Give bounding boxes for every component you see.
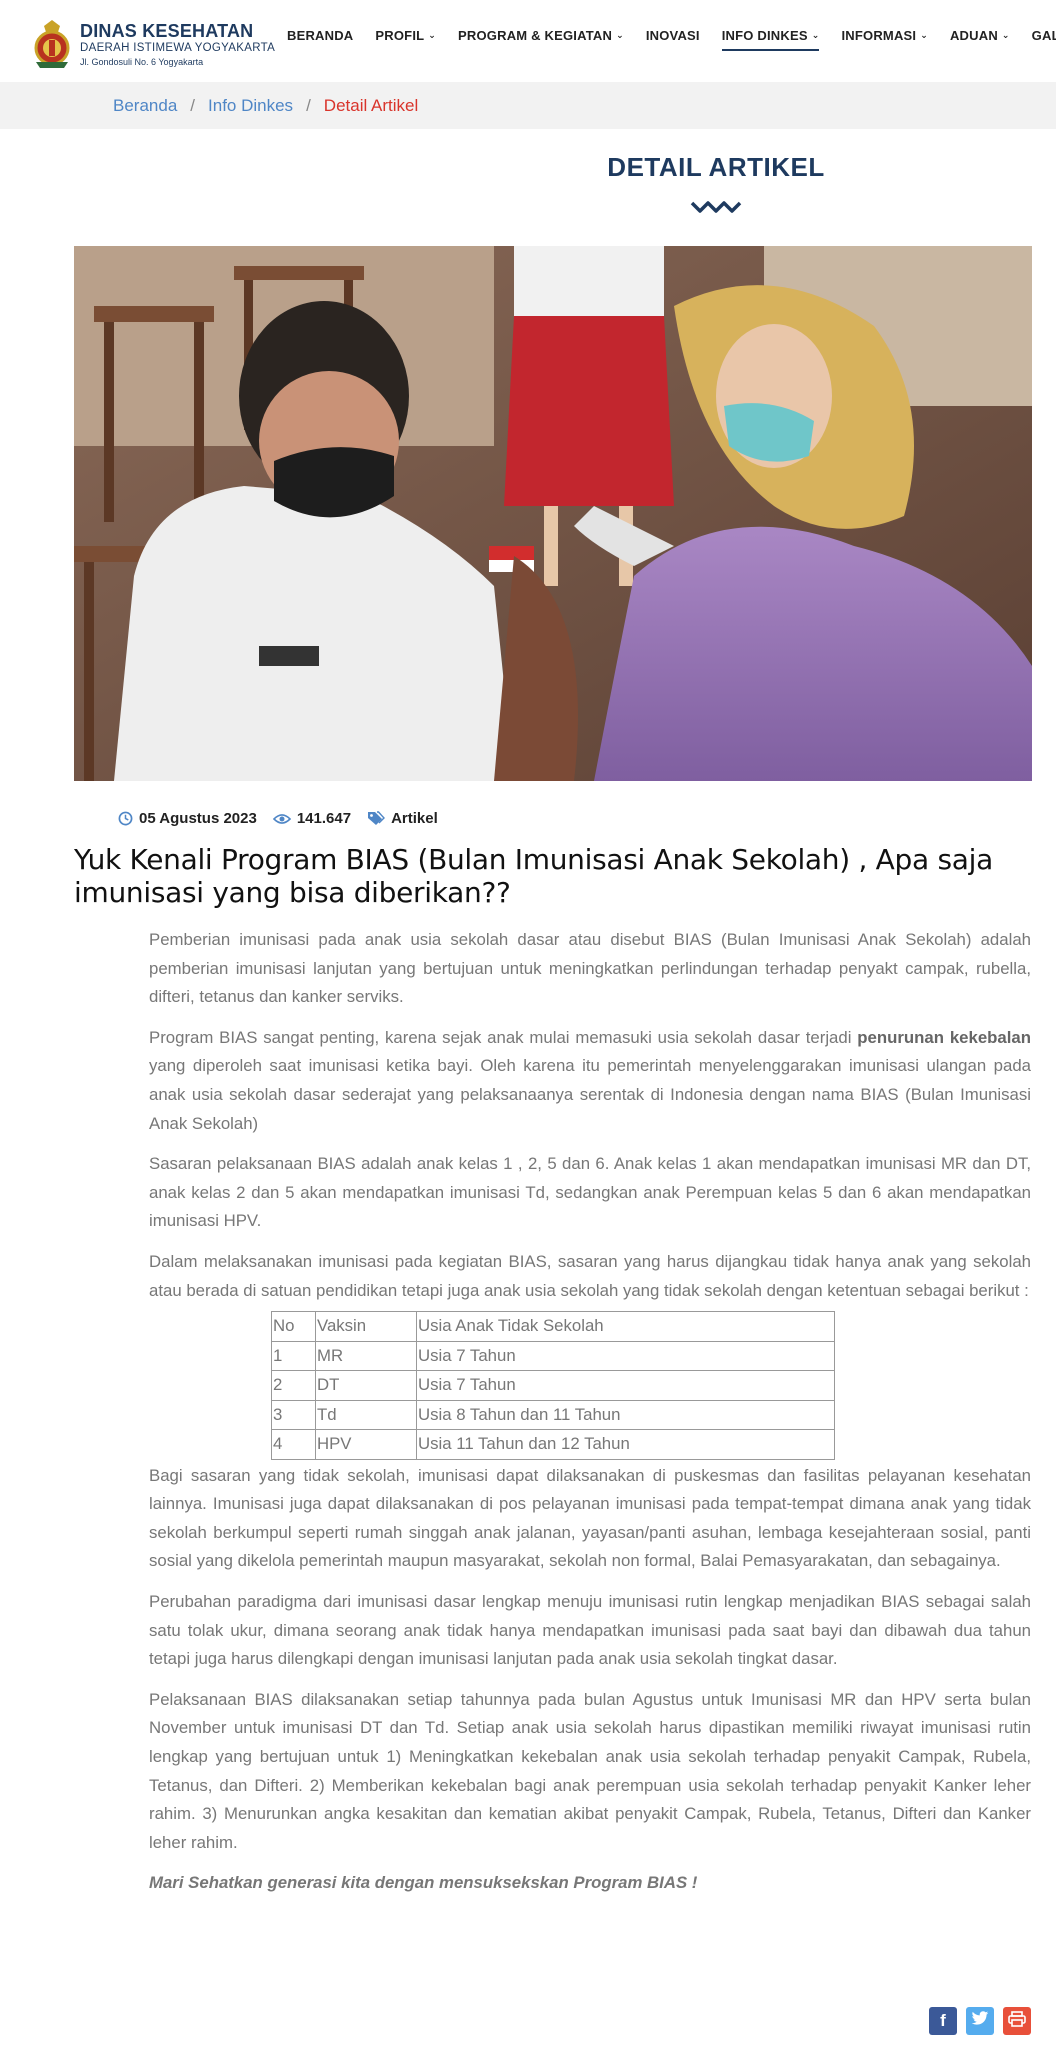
table-header-row: No Vaksin Usia Anak Tidak Sekolah: [271, 1311, 835, 1342]
nav-item-profil[interactable]: PROFIL ⌄: [375, 28, 436, 51]
table-row: 3 Td Usia 8 Tahun dan 11 Tahun: [271, 1399, 835, 1431]
article-meta: 05 Agustus 2023 141.647 Artikel: [118, 810, 454, 827]
table-header-cell: No: [271, 1311, 316, 1342]
nav-item-aduan[interactable]: ADUAN ⌄: [950, 28, 1010, 51]
table-cell: Td: [315, 1399, 417, 1431]
print-icon: [1008, 2010, 1026, 2032]
share-buttons: f: [929, 2007, 1031, 2035]
share-facebook-button[interactable]: f: [929, 2007, 957, 2035]
print-button[interactable]: [1003, 2007, 1031, 2035]
nav-item-beranda[interactable]: BERANDA: [287, 28, 353, 51]
table-cell: Usia 7 Tahun: [416, 1340, 835, 1372]
article-closing: Mari Sehatkan generasi kita dengan mensu…: [149, 1873, 698, 1893]
chevron-down-icon: ⌄: [1001, 30, 1010, 40]
nav-item-galeri[interactable]: GALERI: [1032, 28, 1056, 51]
breadcrumb-separator: /: [306, 96, 311, 115]
nav-item-inovasi[interactable]: INOVASI: [646, 28, 700, 51]
table-header-cell: Vaksin: [315, 1311, 417, 1342]
nav-label: INFORMASI: [841, 28, 917, 43]
page-title: DETAIL ARTIKEL: [607, 152, 825, 182]
article-paragraph: Program BIAS sangat penting, karena seja…: [149, 1024, 1031, 1138]
table-cell: 3: [271, 1399, 316, 1431]
table-cell: 1: [271, 1340, 316, 1372]
clock-icon: [118, 811, 133, 826]
article-hero-image: [74, 246, 1032, 781]
article-body: Pemberian imunisasi pada anak usia sekol…: [149, 926, 1031, 1910]
paragraph-text: Program BIAS sangat penting, karena seja…: [149, 1027, 858, 1047]
nav-item-program-kegiatan[interactable]: PROGRAM & KEGIATAN ⌄: [458, 28, 624, 51]
breadcrumb-home-link[interactable]: Beranda: [113, 96, 177, 116]
twitter-icon: [971, 2011, 989, 2031]
site-header: DINAS KESEHATAN DAERAH ISTIMEWA YOGYAKAR…: [0, 0, 1056, 82]
article-title: Yuk Kenali Program BIAS (Bulan Imunisasi…: [74, 843, 993, 909]
province-emblem-icon: [30, 18, 74, 70]
paragraph-text: yang diperoleh saat imunisasi ketika bay…: [149, 1056, 1031, 1133]
table-cell: Usia 7 Tahun: [416, 1370, 835, 1401]
table-header-cell: Usia Anak Tidak Sekolah: [416, 1311, 835, 1342]
nav-label: GALERI: [1031, 28, 1056, 43]
article-paragraph: Pelaksanaan BIAS dilaksanakan setiap tah…: [149, 1689, 1031, 1852]
breadcrumb-current: Detail Artikel: [323, 96, 419, 115]
table-row: 2 DT Usia 7 Tahun: [271, 1370, 835, 1401]
table-cell: HPV: [315, 1429, 417, 1460]
article-paragraph: Sasaran pelaksanaan BIAS adalah anak kel…: [149, 1154, 1031, 1231]
table-row: 1 MR Usia 7 Tahun: [271, 1340, 835, 1372]
main-nav: BERANDA PROFIL ⌄ PROGRAM & KEGIATAN ⌄ INOV…: [287, 28, 1056, 51]
breadcrumb-section-link[interactable]: Info Dinkes: [208, 96, 293, 116]
breadcrumb: Beranda / Info Dinkes / Detail Artikel: [0, 82, 1056, 129]
nav-label: PROGRAM & KEGIATAN: [458, 28, 613, 43]
chevron-down-icon: ⌄: [428, 30, 437, 40]
table-cell: MR: [315, 1340, 417, 1372]
chevron-down-icon: ⌄: [616, 30, 624, 40]
table-cell: 2: [271, 1370, 316, 1401]
nav-label: BERANDA: [287, 28, 354, 43]
article-paragraph: Bagi sasaran yang tidak sekolah, imunisa…: [149, 1465, 1031, 1571]
site-logo[interactable]: DINAS KESEHATAN DAERAH ISTIMEWA YOGYAKAR…: [30, 18, 275, 70]
org-title: DINAS KESEHATAN: [80, 20, 254, 41]
chevron-down-icon: ⌄: [920, 30, 928, 40]
table-cell: Usia 8 Tahun dan 11 Tahun: [416, 1399, 835, 1431]
table-cell: Usia 11 Tahun dan 12 Tahun: [416, 1429, 835, 1460]
chevron-down-icon: ⌄: [811, 30, 820, 40]
table-row: 4 HPV Usia 11 Tahun dan 12 Tahun: [271, 1429, 835, 1460]
nav-label: PROFIL: [375, 28, 425, 43]
table-cell: 4: [271, 1429, 316, 1460]
article-paragraph: Perubahan paradigma dari imunisasi dasar…: [149, 1592, 1031, 1669]
facebook-icon: f: [940, 2011, 946, 2030]
share-twitter-button[interactable]: [966, 2007, 994, 2035]
tags-icon: [367, 811, 386, 826]
eye-icon: [272, 813, 291, 825]
nav-label: INFO DINKES: [721, 28, 808, 43]
nav-item-informasi[interactable]: INFORMASI ⌄: [841, 28, 928, 51]
org-address: Jl. Gondosuli No. 6 Yogyakarta: [80, 56, 204, 67]
vaccine-table: No Vaksin Usia Anak Tidak Sekolah 1 MR U…: [271, 1311, 835, 1460]
paragraph-emphasis: penurunan kekebalan: [857, 1027, 1031, 1047]
article-views: 141.647: [296, 810, 352, 827]
article-paragraph: Dalam melaksanakan imunisasi pada kegiat…: [149, 1251, 1031, 1300]
article-category[interactable]: Artikel: [391, 810, 438, 827]
article-date: 05 Agustus 2023: [139, 810, 257, 827]
table-cell: DT: [315, 1370, 417, 1401]
nav-item-info-dinkes[interactable]: INFO DINKES ⌄: [721, 28, 820, 51]
wave-divider-icon: [690, 201, 742, 213]
org-subtitle: DAERAH ISTIMEWA YOGYAKARTA: [80, 41, 276, 54]
nav-label: ADUAN: [949, 28, 998, 43]
article-paragraph: Pemberian imunisasi pada anak usia sekol…: [149, 930, 1031, 1007]
nav-label: INOVASI: [645, 28, 700, 43]
breadcrumb-separator: /: [190, 96, 196, 115]
